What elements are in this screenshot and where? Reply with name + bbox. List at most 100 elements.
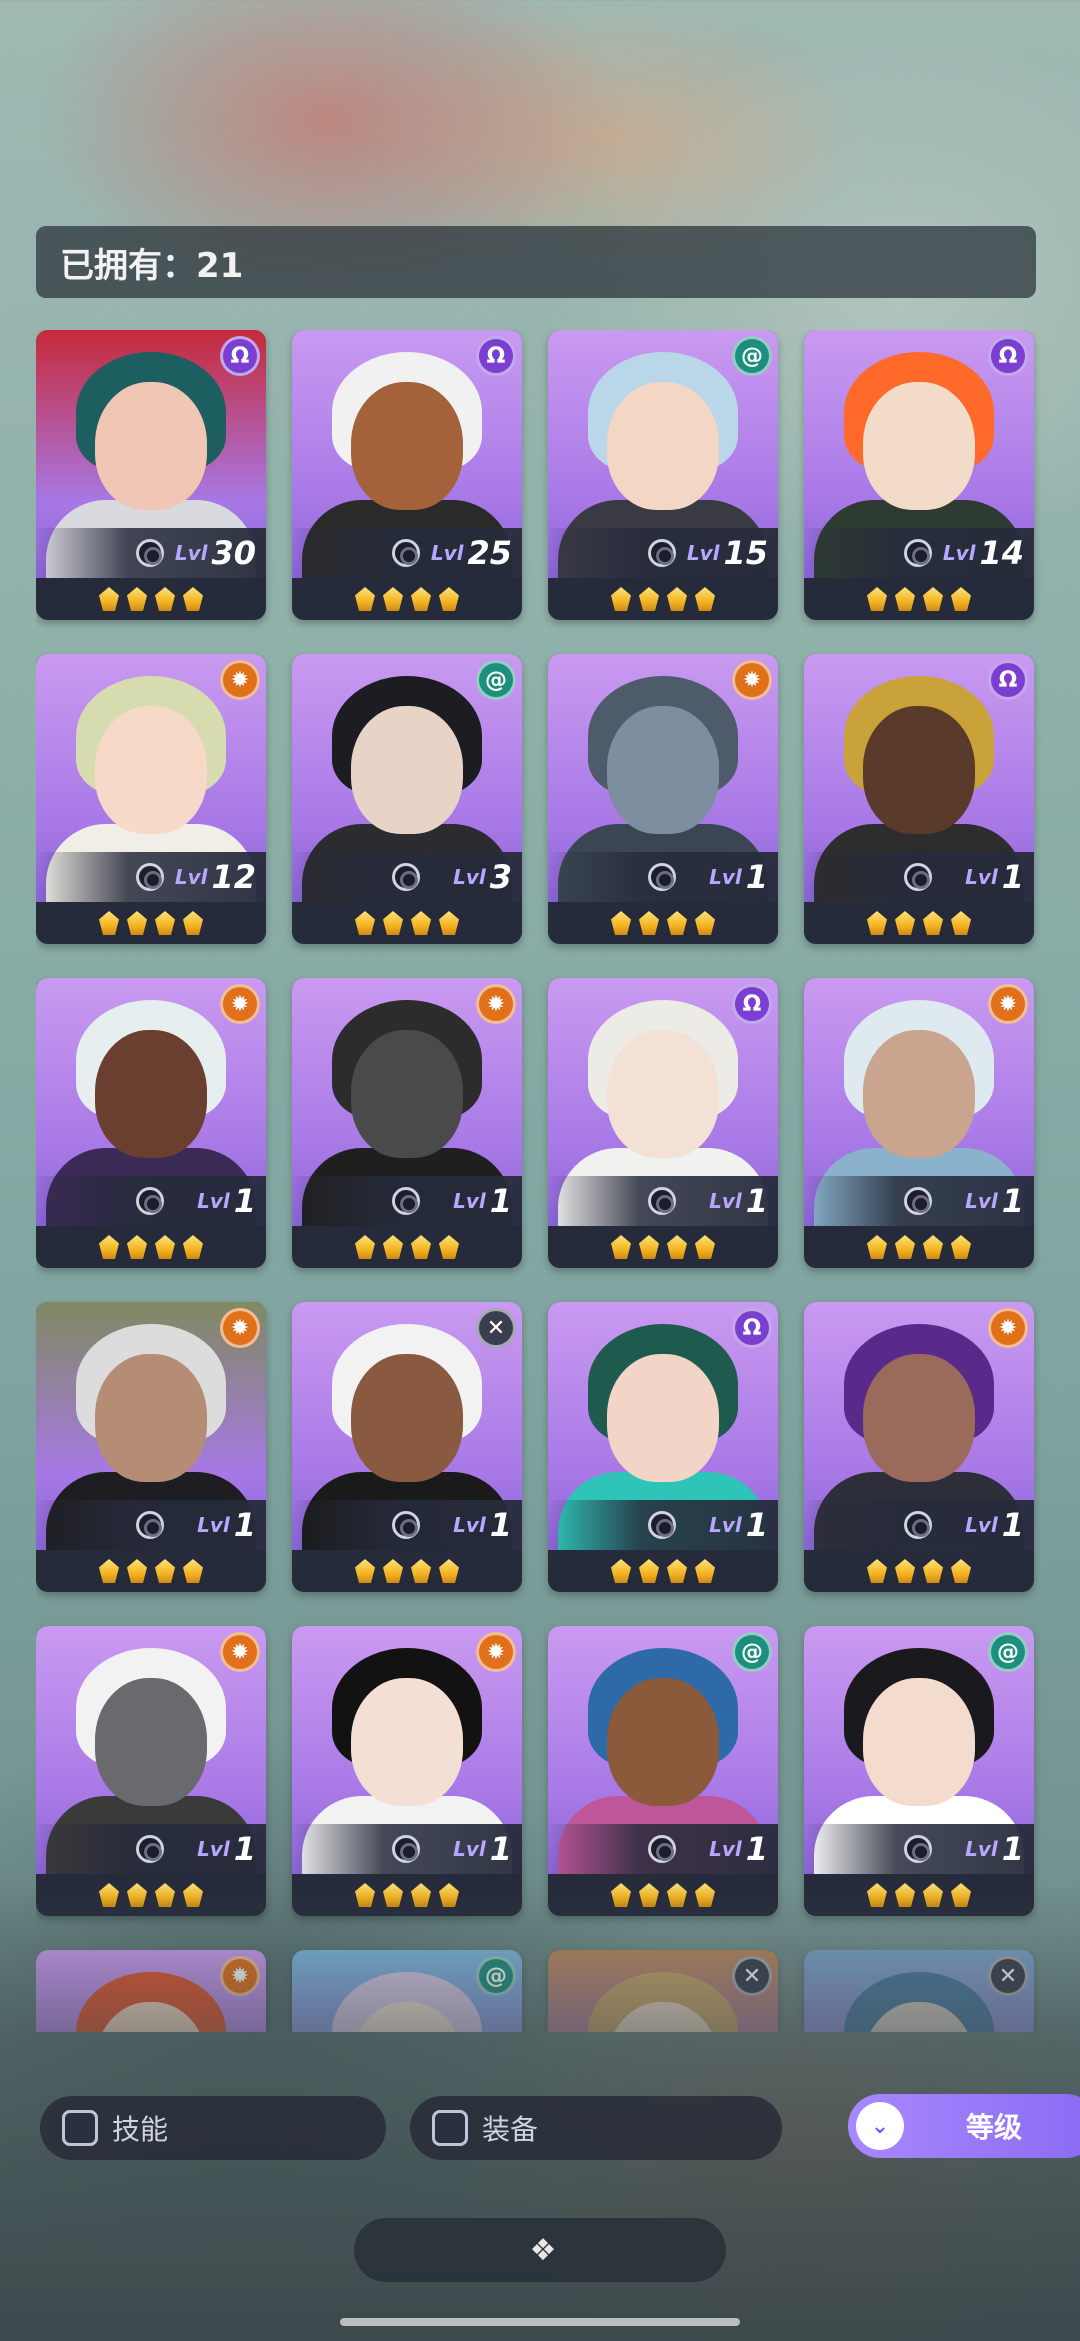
hero-card[interactable]: ✹ Lvl 1 xyxy=(804,978,1034,1268)
sun-icon: ✹ xyxy=(476,984,516,1024)
gem-star-icon xyxy=(667,1559,687,1583)
hero-card[interactable]: Ω Lvl 30 xyxy=(36,330,266,620)
gem-star-icon xyxy=(611,911,631,935)
sun-icon: ✹ xyxy=(220,660,260,700)
level-label: Lvl xyxy=(709,1189,742,1213)
gem-star-icon xyxy=(951,911,971,935)
hero-face xyxy=(95,1030,207,1158)
hero-card[interactable]: Ω Lvl 1 xyxy=(548,1302,778,1592)
hero-face xyxy=(607,706,719,834)
gem-star-icon xyxy=(183,1559,203,1583)
equipment-checkbox[interactable] xyxy=(432,2110,468,2146)
level-strip: Lvl 1 xyxy=(548,1824,778,1874)
gem-star-icon xyxy=(867,1235,887,1259)
omega-icon: Ω xyxy=(988,660,1028,700)
hero-card[interactable]: ✹ Lvl 1 xyxy=(36,1302,266,1592)
hero-face xyxy=(863,382,975,510)
level-value: 1 xyxy=(233,1506,256,1544)
hero-card[interactable]: Ω Lvl 1 xyxy=(548,978,778,1268)
level-label: Lvl xyxy=(453,1513,486,1537)
hero-card[interactable]: ✹ Lvl 12 xyxy=(36,654,266,944)
skill-checkbox[interactable] xyxy=(62,2110,98,2146)
hero-face xyxy=(95,1678,207,1806)
skill-filter[interactable]: 技能 xyxy=(40,2096,386,2160)
star-rating xyxy=(292,902,522,944)
hero-card[interactable]: ✹ Lvl 1 xyxy=(804,1302,1034,1592)
level-value: 1 xyxy=(745,1506,768,1544)
sort-by-level-button[interactable]: ⌄ 等级 xyxy=(848,2094,1080,2158)
level-value: 1 xyxy=(745,1830,768,1868)
collapse-button[interactable]: ❖ xyxy=(354,2218,726,2282)
level-strip: Lvl 1 xyxy=(548,852,778,902)
star-rating xyxy=(36,1550,266,1592)
hero-card[interactable]: ✹ Lvl 1 xyxy=(292,1626,522,1916)
hero-card[interactable]: Ω Lvl 14 xyxy=(804,330,1034,620)
level-strip: Lvl 1 xyxy=(548,1176,778,1226)
sun-icon: ✹ xyxy=(220,984,260,1024)
level-strip: Lvl 1 xyxy=(36,1824,266,1874)
gem-star-icon xyxy=(439,587,459,611)
gem-star-icon xyxy=(355,1235,375,1259)
equipment-filter[interactable]: 装备 xyxy=(410,2096,782,2160)
hero-card[interactable]: @ Lvl 1 xyxy=(548,1626,778,1916)
hero-face xyxy=(351,1678,463,1806)
rank-icon xyxy=(904,863,932,891)
level-label: Lvl xyxy=(686,541,720,565)
level-label: Lvl xyxy=(197,1189,230,1213)
hero-card[interactable]: Ω Lvl 1 xyxy=(804,654,1034,944)
level-strip: Lvl 1 xyxy=(804,852,1034,902)
rank-icon xyxy=(648,863,676,891)
star-rating xyxy=(804,902,1034,944)
sun-icon: ✹ xyxy=(732,660,772,700)
level-label: Lvl xyxy=(453,865,486,889)
gem-star-icon xyxy=(923,587,943,611)
gem-star-icon xyxy=(411,1235,431,1259)
level-value: 1 xyxy=(233,1830,256,1868)
gem-star-icon xyxy=(439,1559,459,1583)
gem-star-icon xyxy=(895,1559,915,1583)
rank-icon xyxy=(136,863,164,891)
omega-icon: Ω xyxy=(988,336,1028,376)
hero-card[interactable]: ✹ Lvl 1 xyxy=(548,654,778,944)
hero-grid-viewport[interactable]: Ω Lvl 30 Ω Lvl 25 @ Lvl 15 Ω Lvl 14 ✹ Lvl 12 @ Lvl 3 ✹ Lvl 1… xyxy=(36,330,1044,2032)
level-value: 25 xyxy=(467,534,512,572)
home-indicator xyxy=(340,2318,740,2326)
level-strip: Lvl 1 xyxy=(292,1500,522,1550)
swirl-icon: @ xyxy=(732,336,772,376)
level-strip: Lvl 25 xyxy=(292,528,522,578)
star-rating xyxy=(804,578,1034,620)
level-label: Lvl xyxy=(174,541,208,565)
hero-card[interactable]: ✕ Lvl 1 xyxy=(292,1302,522,1592)
level-strip: Lvl 1 xyxy=(804,1824,1034,1874)
equipment-filter-label: 装备 xyxy=(482,2113,539,2146)
hero-card[interactable]: @ Lvl 3 xyxy=(292,654,522,944)
level-label: Lvl xyxy=(965,865,998,889)
gem-star-icon xyxy=(383,587,403,611)
rank-icon xyxy=(392,863,420,891)
gem-star-icon xyxy=(383,911,403,935)
hero-face xyxy=(863,706,975,834)
hero-face xyxy=(351,382,463,510)
hero-card[interactable]: @ Lvl 1 xyxy=(804,1626,1034,1916)
hero-card[interactable]: @ Lvl 15 xyxy=(548,330,778,620)
hero-face xyxy=(607,1354,719,1482)
hero-face xyxy=(351,1030,463,1158)
sun-icon: ✹ xyxy=(476,1632,516,1672)
level-value: 12 xyxy=(211,858,256,896)
hero-card[interactable]: ✹ Lvl 1 xyxy=(36,1626,266,1916)
hero-card[interactable]: ✹ Lvl 1 xyxy=(292,978,522,1268)
gem-star-icon xyxy=(695,911,715,935)
level-strip: Lvl 1 xyxy=(548,1500,778,1550)
hero-face xyxy=(863,1678,975,1806)
swirl-icon: @ xyxy=(476,660,516,700)
rank-icon xyxy=(136,1511,164,1539)
hero-card[interactable]: Ω Lvl 25 xyxy=(292,330,522,620)
rank-icon xyxy=(392,1835,420,1863)
hero-card[interactable]: ✹ Lvl 1 xyxy=(36,978,266,1268)
gem-star-icon xyxy=(355,587,375,611)
gem-star-icon xyxy=(127,911,147,935)
gem-star-icon xyxy=(127,1235,147,1259)
owned-count-bar: 已拥有：21 xyxy=(36,226,1036,298)
hero-grid: Ω Lvl 30 Ω Lvl 25 @ Lvl 15 Ω Lvl 14 ✹ Lvl 12 @ Lvl 3 ✹ Lvl 1… xyxy=(36,330,1044,2032)
gem-star-icon xyxy=(639,587,659,611)
